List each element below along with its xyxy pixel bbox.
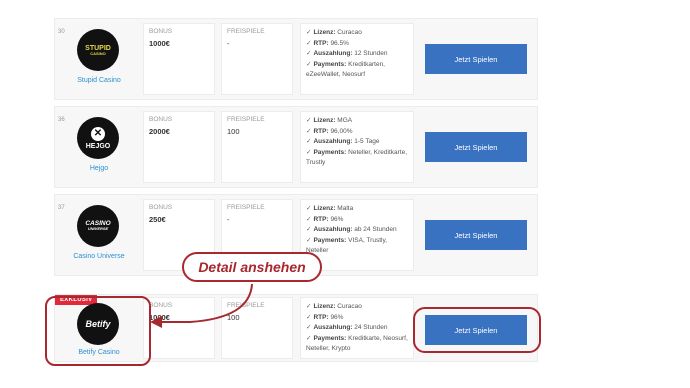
annotation-arrow <box>150 283 253 328</box>
detail-callout: Detail anshehen <box>182 252 322 282</box>
